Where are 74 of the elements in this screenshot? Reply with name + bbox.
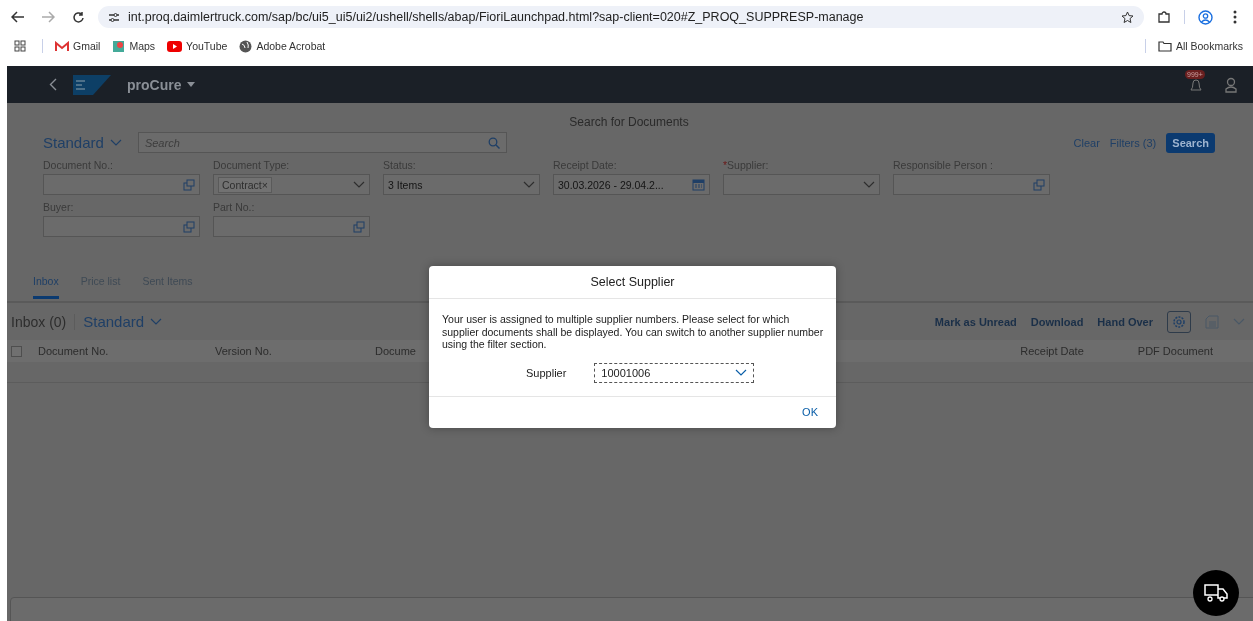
mail-icon [55,40,69,52]
globe-icon [239,39,253,53]
address-bar[interactable]: int.proq.daimlertruck.com/sap/bc/ui5_ui5/ui2/ushell/shells/abap/FioriLaunchpad.html?sap-client=020#Z_PROQ_SUPPRESP-manage [98,6,1144,28]
column-header: PDF Document [1137,345,1213,357]
apps-grid-icon [14,40,26,52]
search-icon [487,136,500,149]
input-field[interactable] [43,174,200,195]
puzzle-icon [1157,10,1171,24]
caret-icon [735,368,748,377]
tab[interactable]: Inbox [33,271,59,299]
profile-button[interactable] [1195,7,1215,27]
chevron-left-icon [49,78,57,91]
column-header: Receipt Date [1020,345,1084,357]
folder-icon [1157,40,1172,52]
settings-button[interactable] [1167,310,1191,333]
dialog-title: Select Supplier [590,275,675,289]
multi-select-field[interactable]: Contract× [213,174,370,195]
value-help-icon [1033,178,1045,191]
input-bar[interactable] [10,597,1253,621]
field-label: Supplier [526,366,567,379]
toolbar-link[interactable]: Clear [1073,136,1100,149]
value-help-icon [183,178,195,191]
toolbar-link[interactable]: Filters (3) [1109,136,1157,149]
bookmark-link[interactable]: Adobe Acrobat [239,39,326,53]
date-range-field[interactable]: 30.03.2026 - 29.04.2... [553,174,710,195]
kebab-menu-icon [1233,10,1237,24]
input-field[interactable] [43,216,200,237]
caret-icon [523,180,535,189]
caret-icon [1233,317,1245,326]
filter-token[interactable]: Contract× [218,176,272,193]
forward-arrow-icon [41,11,55,23]
star-icon [1121,10,1134,24]
page-title: Search for Documents [569,115,689,129]
input-field[interactable] [213,216,370,237]
bookmark-link[interactable]: Maps [112,39,156,53]
bookmark-link[interactable]: Gmail [55,40,101,52]
back-button[interactable] [49,78,57,91]
search-button[interactable]: Search [1166,132,1215,153]
caret-icon [353,180,365,189]
caret-icon [109,138,122,147]
column-header: Document No. [38,345,110,357]
input-field[interactable] [893,174,1050,195]
logo-icon [73,74,111,95]
supplier-dropdown[interactable]: 10001006 [594,362,755,383]
dropdown-button[interactable] [1233,317,1245,326]
select-all-checkbox[interactable] [11,345,22,357]
dialog-message: Your user is assigned to multiple supplier numbers. Please select for which supplier documents shall be displayed. You can switch to another supplier number using the filter section. [441,312,825,351]
profile-icon [1197,9,1213,25]
caret-icon [150,317,163,326]
truck-icon [1204,584,1228,602]
dropdown-field[interactable] [723,174,880,195]
column-header: Docume [375,345,417,357]
caret-icon [863,180,875,189]
column-header: Version No. [215,345,273,357]
play-icon [167,40,183,52]
site-settings-icon [108,11,120,23]
settings-icon [1172,314,1186,329]
chat-button[interactable] [1193,570,1239,616]
back-arrow-icon [11,11,25,23]
bookmark-link[interactable]: YouTube [167,40,228,52]
ok-button[interactable]: OK [802,406,818,418]
user-button[interactable] [1225,76,1237,93]
dropdown-field[interactable]: 3 Items [383,174,540,195]
user-icon [1225,76,1237,93]
caret-icon [187,82,196,87]
variant-selector[interactable]: Standard [83,313,163,330]
reload-icon [71,10,85,24]
calendar-icon [692,178,705,191]
table-title: Inbox (0) [11,313,76,330]
all-bookmarks-link[interactable]: All Bookmarks [1157,40,1243,52]
value-help-icon [353,220,365,233]
variant-selector[interactable]: Standard [43,134,122,151]
app-title-menu[interactable]: proCure [127,76,196,93]
value-help-icon [183,220,195,233]
